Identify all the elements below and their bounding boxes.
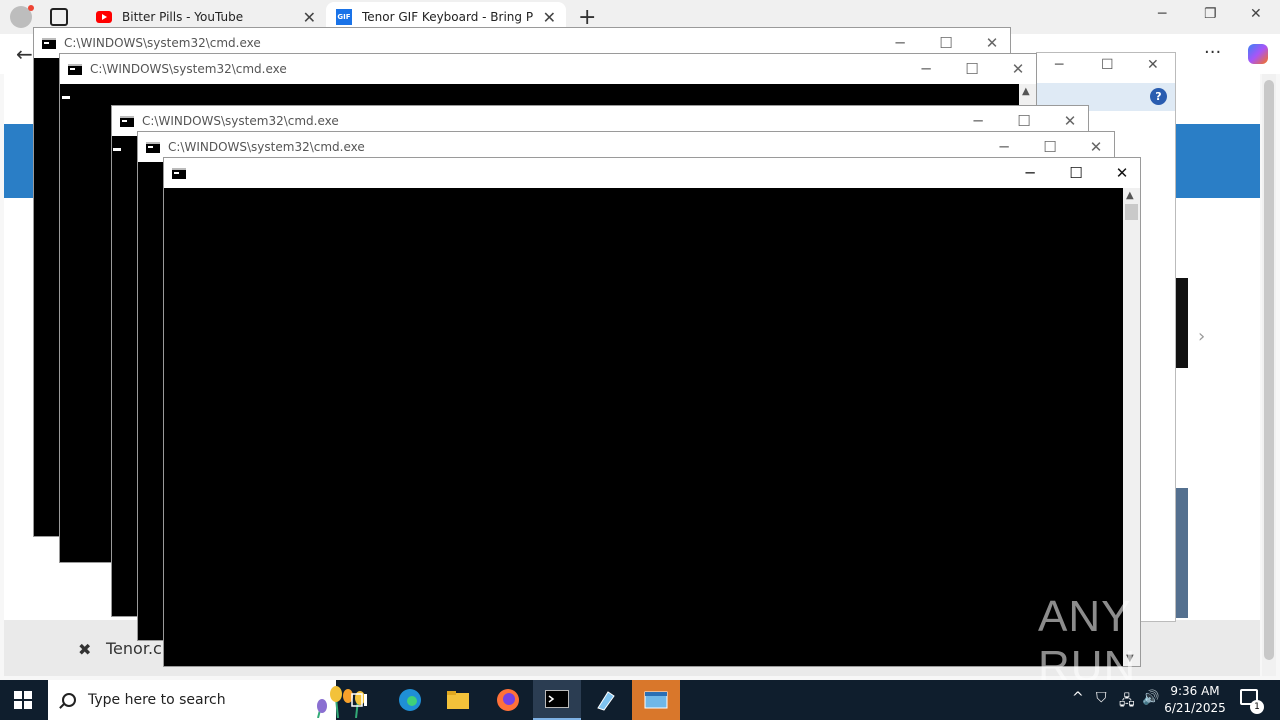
file-explorer-icon[interactable] xyxy=(434,680,482,720)
anyrun-watermark: ANY RUN xyxy=(1038,592,1238,691)
close-icon[interactable]: ✕ xyxy=(1147,57,1159,73)
volume-icon[interactable]: 🔊 xyxy=(1142,690,1159,706)
chevron-right-icon[interactable]: › xyxy=(1198,326,1205,347)
maximize-icon[interactable]: ☐ xyxy=(1101,57,1114,73)
console-titlebar[interactable]: ─ ☐ ✕ xyxy=(164,158,1140,188)
show-hidden-icons-icon[interactable]: ^ xyxy=(1072,690,1084,706)
scroll-up-icon[interactable]: ▲ xyxy=(1126,190,1134,201)
text-cursor xyxy=(62,96,70,99)
start-button[interactable] xyxy=(14,691,32,709)
maximize-icon[interactable]: ☐ xyxy=(936,34,956,52)
tab-title: Tenor GIF Keyboard - Bring Perso xyxy=(362,10,533,24)
watermark-text: ANY RUN xyxy=(1038,592,1137,691)
console-icon xyxy=(146,141,160,153)
media-card[interactable] xyxy=(1176,278,1188,368)
copilot-icon[interactable] xyxy=(1248,44,1268,64)
console-icon xyxy=(120,115,134,127)
minimize-icon[interactable]: ─ xyxy=(916,60,936,78)
close-icon[interactable]: ✕ xyxy=(982,34,1002,52)
close-icon[interactable]: ✕ xyxy=(1086,138,1106,156)
console-icon xyxy=(172,167,186,179)
close-icon[interactable]: ✕ xyxy=(1112,164,1132,182)
footer-site-text: Tenor.c xyxy=(106,639,162,658)
minimize-icon[interactable]: ─ xyxy=(968,112,988,130)
console-title: C:\WINDOWS\system32\cmd.exe xyxy=(64,36,261,50)
minimize-icon[interactable]: ─ xyxy=(1020,164,1040,182)
notification-count-badge: 1 xyxy=(1250,700,1264,714)
page-scrollbar[interactable] xyxy=(1262,74,1276,676)
clock-time: 9:36 AM xyxy=(1170,684,1220,698)
taskbar: Type here to search ^ ⛉ 🖧 🔊 9:36 AM 6/21 xyxy=(0,680,1280,720)
notepad-icon[interactable] xyxy=(582,680,630,720)
search-icon xyxy=(62,693,76,707)
help-dialog-titlebar: ─ ☐ ✕ xyxy=(1037,53,1175,83)
minimize-icon[interactable]: ─ xyxy=(1158,6,1166,22)
system-clock[interactable]: 9:36 AM 6/21/2025 xyxy=(1160,683,1230,717)
more-options-icon[interactable]: ··· xyxy=(1204,42,1221,63)
profile-notification-dot xyxy=(28,5,34,11)
minimize-icon[interactable]: ─ xyxy=(1055,57,1063,73)
console-title: C:\WINDOWS\system32\cmd.exe xyxy=(142,114,339,128)
maximize-icon[interactable]: ☐ xyxy=(1014,112,1034,130)
close-tab-icon[interactable]: ✕ xyxy=(303,8,316,27)
close-icon[interactable]: ✕ xyxy=(1060,112,1080,130)
maximize-icon[interactable]: ☐ xyxy=(1040,138,1060,156)
maximize-icon[interactable]: ☐ xyxy=(962,60,982,78)
back-arrow-icon[interactable]: ← xyxy=(16,42,33,66)
close-tab-icon[interactable]: ✕ xyxy=(543,8,556,27)
console-icon xyxy=(42,37,56,49)
console-titlebar[interactable]: C:\WINDOWS\system32\cmd.exe ─ ☐ ✕ xyxy=(60,54,1036,84)
text-cursor xyxy=(113,148,121,151)
console-title: C:\WINDOWS\system32\cmd.exe xyxy=(90,62,287,76)
console-icon xyxy=(68,63,82,75)
tab-title: Bitter Pills - YouTube xyxy=(122,10,244,24)
app-window-icon[interactable] xyxy=(632,680,680,720)
command-prompt-icon[interactable] xyxy=(533,680,581,720)
security-icon[interactable]: ⛉ xyxy=(1096,690,1107,706)
console-title: C:\WINDOWS\system32\cmd.exe xyxy=(168,140,365,154)
help-icon[interactable]: ? xyxy=(1150,88,1167,105)
clock-date: 6/21/2025 xyxy=(1164,701,1226,715)
minimize-icon[interactable]: ─ xyxy=(890,34,910,52)
firefox-icon[interactable] xyxy=(484,680,532,720)
scroll-thumb[interactable] xyxy=(1264,80,1274,660)
maximize-icon[interactable]: ☐ xyxy=(1066,164,1086,182)
taskbar-search[interactable]: Type here to search xyxy=(48,680,365,720)
task-view-icon[interactable] xyxy=(336,680,384,720)
console-window-active[interactable]: ─ ☐ ✕ ▲ ▼ xyxy=(163,157,1141,667)
scroll-thumb[interactable] xyxy=(1125,204,1138,220)
edge-icon[interactable] xyxy=(386,680,434,720)
minimize-icon[interactable]: ─ xyxy=(994,138,1014,156)
close-icon[interactable]: ✕ xyxy=(1250,6,1262,22)
tab-actions-icon[interactable] xyxy=(50,8,68,26)
search-placeholder: Type here to search xyxy=(88,692,226,708)
network-icon[interactable]: 🖧 xyxy=(1119,690,1135,714)
youtube-icon xyxy=(96,11,112,23)
restore-icon[interactable]: ❐ xyxy=(1204,6,1217,22)
scroll-up-icon[interactable]: ▲ xyxy=(1022,86,1030,97)
close-icon[interactable]: ✖ xyxy=(78,640,91,659)
close-icon[interactable]: ✕ xyxy=(1008,60,1028,78)
tenor-gif-icon: GIF xyxy=(336,9,352,25)
